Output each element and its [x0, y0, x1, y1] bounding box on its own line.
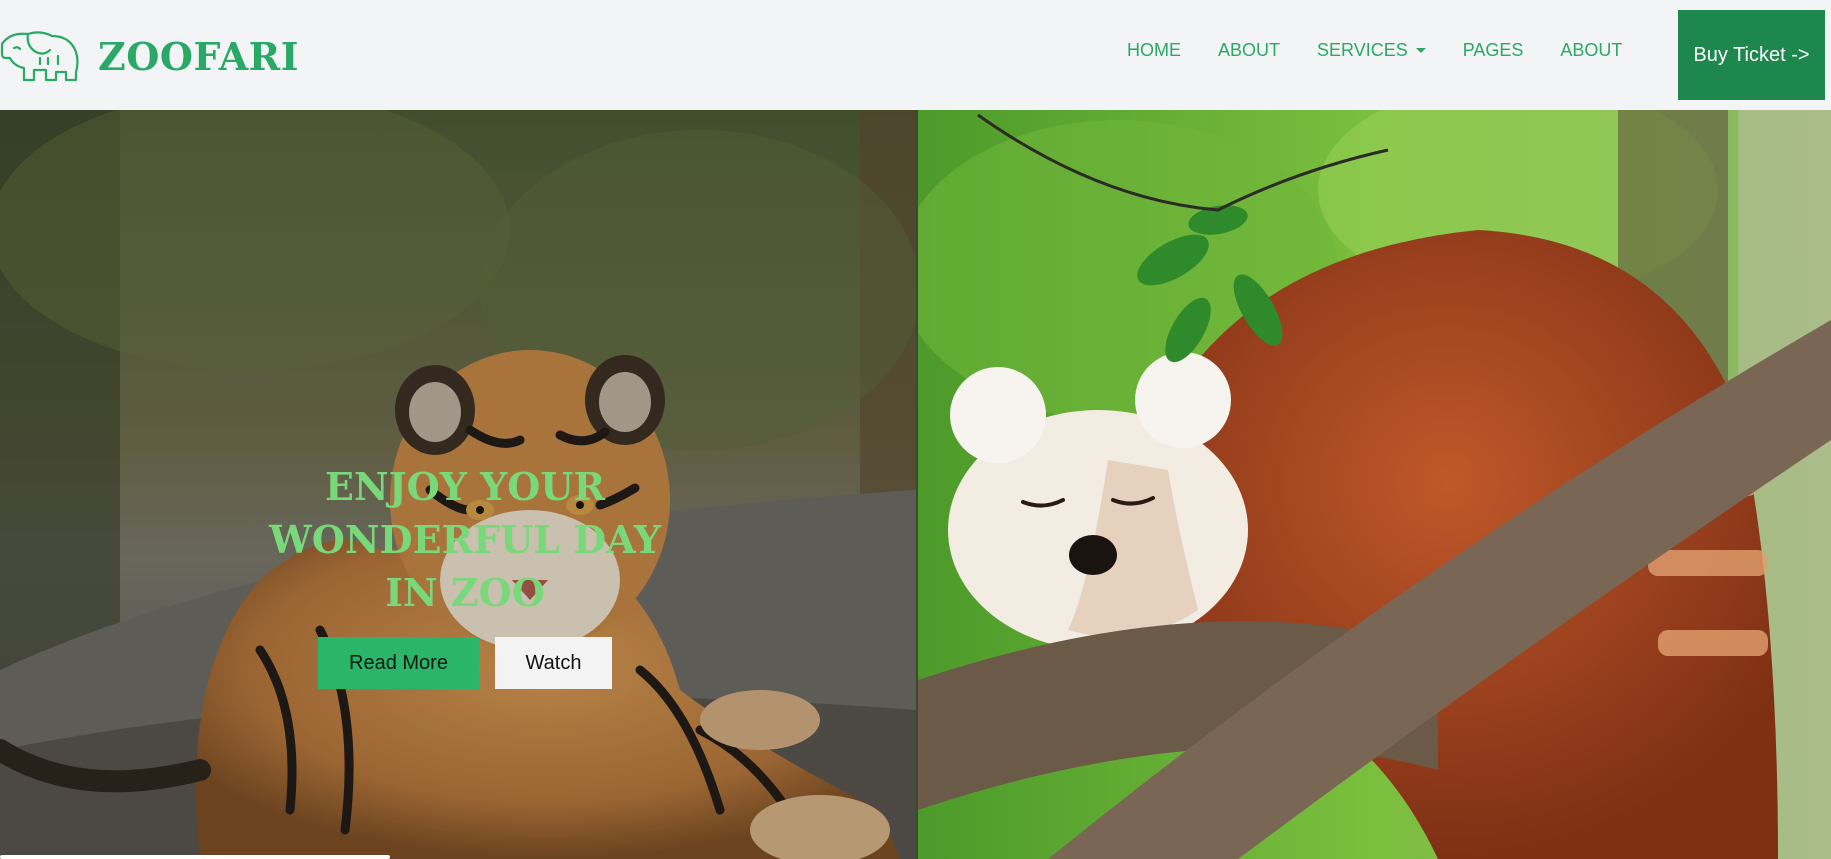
red-panda-photo [918, 110, 1831, 859]
nav-about[interactable]: ABOUT [1218, 40, 1280, 61]
read-more-button[interactable]: Read More [318, 637, 479, 689]
nav-about-2[interactable]: ABOUT [1560, 40, 1622, 61]
nav-services-label: SERVICES [1317, 40, 1408, 60]
caret-down-icon [1415, 48, 1426, 53]
horizontal-scrollbar[interactable] [0, 855, 390, 859]
nav-home[interactable]: HOME [1127, 40, 1181, 61]
watch-button[interactable]: Watch [495, 637, 612, 689]
hero-buttons: Read More Watch [240, 637, 690, 689]
hero-title: ENJOY YOUR WONDERFUL DAY IN ZOO [269, 464, 661, 615]
elephant-outline-icon [0, 31, 79, 82]
brand-name: ZOOFARI [98, 33, 300, 79]
nav-pages[interactable]: PAGES [1463, 40, 1524, 61]
red-panda-image [918, 110, 1831, 859]
hero-content: ENJOY YOUR WONDERFUL DAY IN ZOO Read Mor… [240, 460, 690, 689]
nav-services[interactable]: SERVICES [1317, 40, 1426, 61]
nav-links: HOME ABOUT SERVICES PAGES ABOUT [1127, 40, 1659, 61]
brand[interactable]: ZOOFARI [0, 28, 299, 84]
buy-ticket-button[interactable]: Buy Ticket -> [1678, 10, 1825, 100]
hero-carousel: ENJOY YOUR WONDERFUL DAY IN ZOO Read Mor… [0, 110, 1831, 859]
navbar: ZOOFARI HOME ABOUT SERVICES PAGES ABOUT … [0, 0, 1831, 110]
